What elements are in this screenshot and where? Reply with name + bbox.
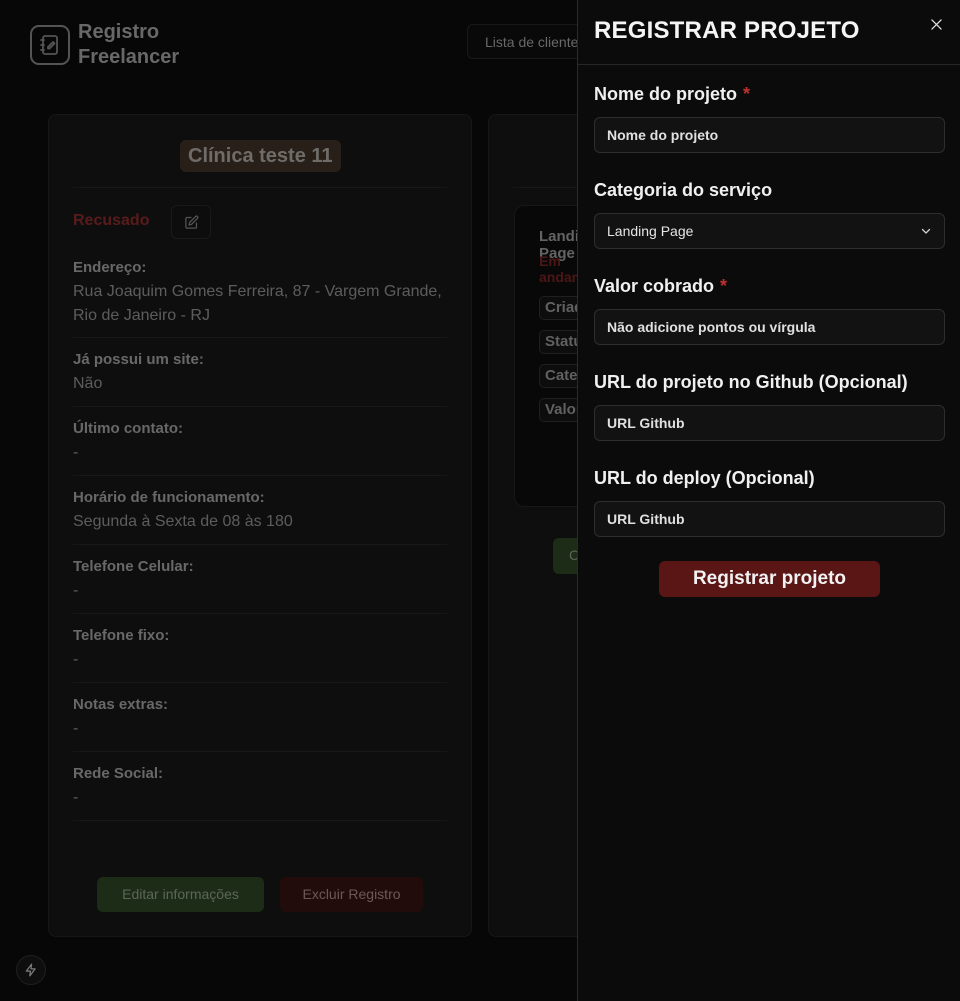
project-name-input[interactable] (594, 117, 945, 153)
deploy-url-label: URL do deploy (Opcional) (594, 468, 815, 488)
label-text: Nome do projeto (594, 84, 737, 104)
price-input[interactable] (594, 309, 945, 345)
required-marker: * (743, 84, 751, 104)
github-url-input[interactable] (594, 405, 945, 441)
category-selected-value: Landing Page (607, 223, 694, 239)
category-select[interactable]: Landing Page (594, 213, 945, 249)
deploy-url-input[interactable] (594, 501, 945, 537)
required-marker: * (720, 276, 728, 296)
register-project-drawer: REGISTRAR PROJETO Nome do projeto * Categ… (577, 0, 960, 1001)
category-label: Categoria do serviço (594, 180, 773, 200)
close-icon (930, 18, 942, 30)
price-label: Valor cobrado * (594, 276, 727, 297)
register-project-button[interactable]: Registrar projeto (659, 561, 880, 597)
github-url-label: URL do projeto no Github (Opcional) (594, 372, 908, 392)
drawer-header: REGISTRAR PROJETO (578, 0, 960, 65)
close-button[interactable] (928, 16, 944, 32)
project-name-label: Nome do projeto * (594, 84, 750, 105)
drawer-title: REGISTRAR PROJETO (594, 17, 860, 44)
chevron-down-icon (921, 228, 931, 234)
label-text: Valor cobrado (594, 276, 715, 296)
